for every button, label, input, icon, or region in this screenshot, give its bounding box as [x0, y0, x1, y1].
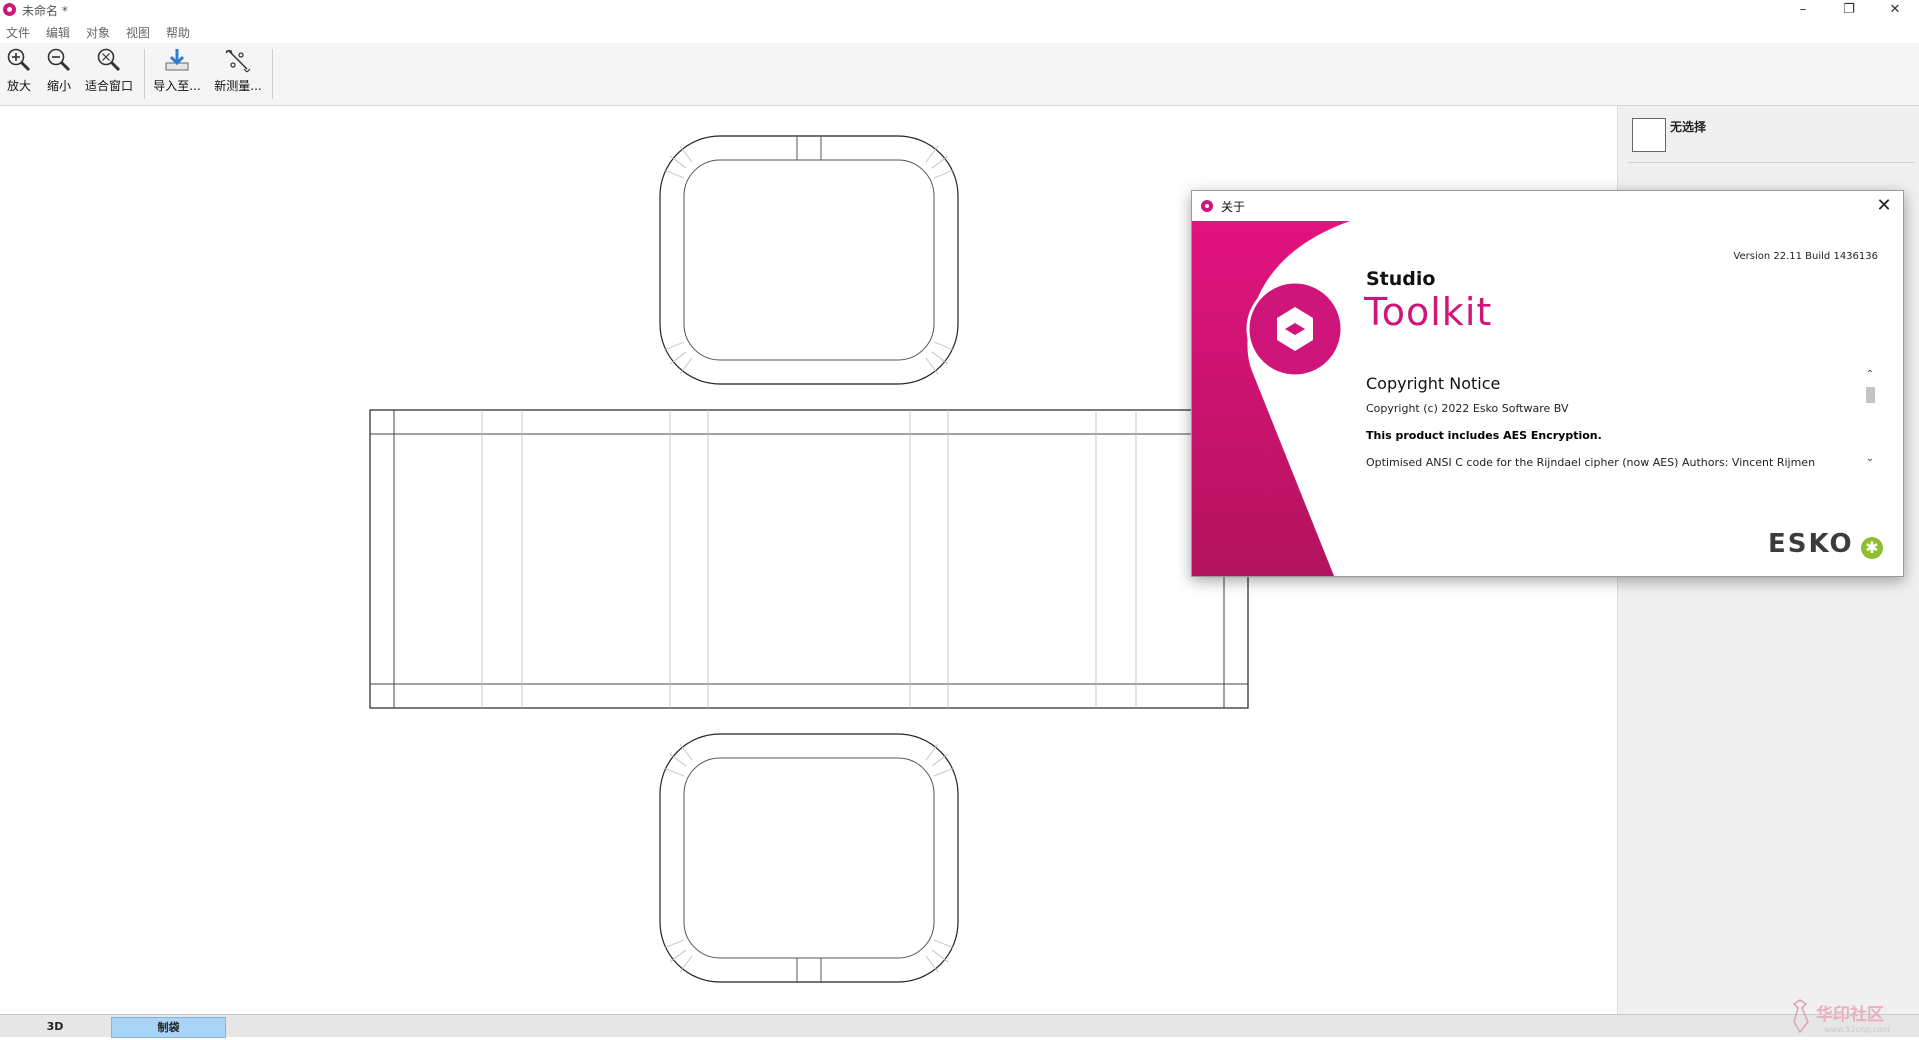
- selection-label: 无选择: [1670, 120, 1707, 134]
- window-title: 未命名 *: [22, 4, 68, 18]
- app-logo-icon: [3, 3, 16, 16]
- minimize-icon[interactable]: –: [1780, 0, 1826, 20]
- aes-detail: Optimised ANSI C code for the Rijndael c…: [1366, 456, 1816, 473]
- import-icon: [165, 49, 189, 71]
- about-dialog-title: 关于: [1221, 200, 1246, 214]
- menu-bar: 文件 编辑 对象 视图 帮助: [0, 20, 1919, 42]
- bottom-panel: [659, 733, 959, 983]
- new-measure-label: 新测量...: [214, 79, 262, 93]
- menu-file[interactable]: 文件: [6, 24, 30, 41]
- about-dialog-titlebar: 关于 ✕: [1192, 191, 1903, 221]
- menu-help[interactable]: 帮助: [166, 24, 190, 41]
- restore-icon[interactable]: ❐: [1826, 0, 1872, 20]
- scroll-thumb[interactable]: [1866, 387, 1875, 403]
- scroll-down-icon[interactable]: ⌄: [1864, 453, 1876, 464]
- top-panel: [659, 135, 959, 385]
- svg-text:www.52cnp.com: www.52cnp.com: [1824, 1025, 1890, 1034]
- copyright-line: Copyright (c) 2022 Esko Software BV: [1366, 402, 1569, 415]
- esko-logo-text: ESKO: [1768, 529, 1854, 559]
- toolbar: 放大 缩小 适合窗口 导入至... 新测量...: [0, 43, 1919, 106]
- product-name-text: Toolkit: [1364, 290, 1493, 334]
- tab-bag-making[interactable]: 制袋: [111, 1017, 226, 1038]
- menu-edit[interactable]: 编辑: [46, 24, 70, 41]
- product-line-text: Studio: [1366, 268, 1436, 290]
- fit-window-button[interactable]: 适合窗口: [82, 47, 136, 103]
- site-watermark: 华印社区 www.52cnp.com: [1790, 996, 1918, 1036]
- app-logo-icon: [1201, 200, 1213, 212]
- zoom-in-button[interactable]: 放大: [2, 47, 36, 103]
- zoom-out-button[interactable]: 缩小: [42, 47, 76, 103]
- fit-window-label: 适合窗口: [84, 79, 133, 93]
- measure-icon: [225, 49, 251, 73]
- zoom-out-label: 缩小: [46, 79, 71, 93]
- toolbar-separator: [272, 49, 273, 99]
- menu-object[interactable]: 对象: [86, 24, 110, 41]
- fit-window-icon: [97, 48, 121, 72]
- menu-view[interactable]: 视图: [126, 24, 150, 41]
- about-dialog: 关于 ✕ Version 22.11 Build 1436136 Studio …: [1191, 190, 1904, 577]
- scroll-up-icon[interactable]: ⌃: [1864, 369, 1876, 380]
- body-panel: [369, 409, 1249, 709]
- copyright-text-area[interactable]: Copyright (c) 2022 Esko Software BV This…: [1366, 401, 1828, 473]
- window-titlebar: 未命名 * – ❐ ✕: [0, 0, 1919, 20]
- close-icon[interactable]: ✕: [1871, 193, 1897, 219]
- panel-divider: [1628, 162, 1915, 163]
- zoom-in-label: 放大: [6, 79, 31, 93]
- copyright-heading: Copyright Notice: [1366, 374, 1501, 393]
- new-measure-button[interactable]: 新测量...: [210, 47, 266, 103]
- version-text: Version 22.11 Build 1436136: [1733, 251, 1878, 262]
- watermark-logo: 华印社区 www.52cnp.com: [1792, 999, 1890, 1034]
- close-icon[interactable]: ✕: [1872, 0, 1918, 20]
- status-bar: 3D 制袋: [0, 1014, 1919, 1038]
- import-button[interactable]: 导入至...: [150, 47, 204, 103]
- about-dialog-artwork: [1192, 221, 1350, 576]
- tab-3d[interactable]: 3D: [0, 1017, 110, 1036]
- zoom-in-icon: [7, 48, 31, 72]
- selection-swatch: [1632, 118, 1666, 152]
- import-label: 导入至...: [153, 79, 201, 93]
- zoom-out-icon: [47, 48, 71, 72]
- toolbar-separator: [144, 49, 145, 99]
- copyright-scrollbar[interactable]: ⌃ ⌄: [1863, 369, 1877, 469]
- esko-star-icon: ✱: [1861, 537, 1883, 559]
- svg-text:华印社区: 华印社区: [1816, 1004, 1884, 1025]
- aes-notice: This product includes AES Encryption.: [1366, 429, 1602, 442]
